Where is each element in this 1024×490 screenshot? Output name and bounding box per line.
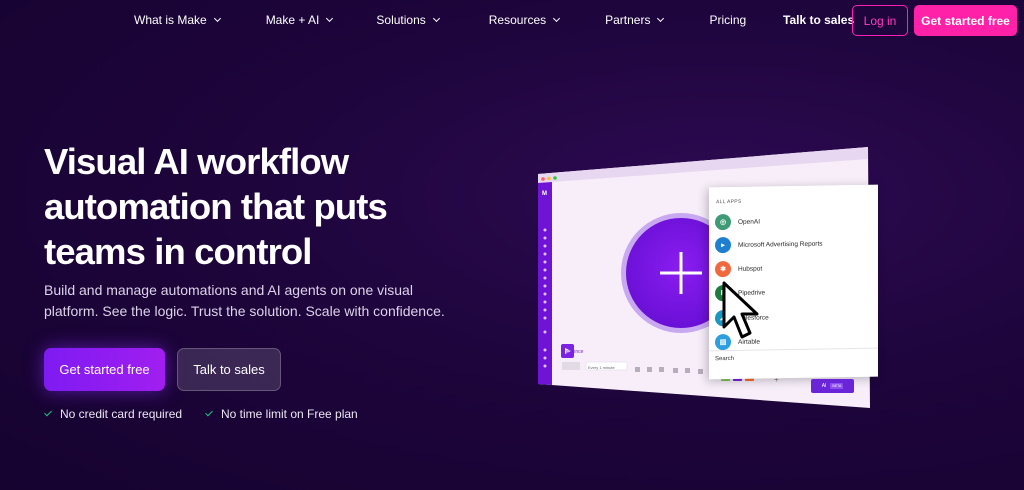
app-item[interactable]: ◎ OpenAI [715, 213, 761, 231]
check-label: No credit card required [60, 407, 183, 421]
ai-button[interactable]: AI BETA [811, 379, 854, 393]
apps-header: ALL APPS [716, 198, 742, 206]
product-mockup: M + ALL APPS ◎ OpenAI ▸ Microsoft Advert… [538, 146, 878, 408]
top-navigation: What is Make Make + AI Solutions Resources P… [0, 0, 1024, 42]
nav-item-label: Solutions [376, 13, 426, 27]
ai-button-label: AI [821, 383, 827, 389]
nav-item-pricing[interactable]: Pricing [709, 13, 746, 27]
nav-item-resources[interactable]: Resources [488, 13, 561, 27]
get-started-button[interactable]: Get started free [914, 5, 1017, 36]
nav-item-label: What is Make [134, 13, 207, 27]
chevron-down-icon [657, 14, 665, 23]
nav-item-label: Pricing [709, 13, 747, 27]
app-item-label: OpenAI [738, 218, 761, 226]
chevron-down-icon [553, 14, 561, 23]
hero-subtitle: Build and manage automations and AI agen… [44, 282, 445, 319]
nav-item-what-is-make[interactable]: What is Make [134, 13, 221, 27]
app-item-label: Hubspot [738, 264, 763, 273]
nav-links: What is Make Make + AI Solutions Resources P… [134, 13, 746, 27]
microsoft-ads-icon: ▸ [715, 236, 731, 254]
nav-item-partners[interactable]: Partners [605, 13, 665, 27]
app-item-label: Microsoft Advertising Reports [738, 240, 823, 249]
app-item[interactable]: ▸ Microsoft Advertising Reports [715, 236, 823, 254]
chevron-down-icon [326, 14, 334, 23]
nav-item-make-ai[interactable]: Make + AI [265, 13, 334, 27]
run-once-label[interactable]: Run once [562, 349, 583, 355]
check-no-time-limit: No time limit on Free plan [205, 407, 358, 421]
app-item[interactable]: ✱ Hubspot [715, 260, 763, 278]
check-no-credit-card: No credit card required [44, 407, 183, 421]
talk-to-sales-cta-button[interactable]: Talk to sales [177, 348, 281, 391]
check-icon [205, 408, 213, 417]
cursor-icon [722, 281, 759, 339]
hero-title: Visual AI workflow automation that puts … [44, 141, 388, 272]
apps-search[interactable]: Search [715, 356, 734, 362]
nav-item-label: Partners [605, 13, 651, 27]
nav-item-label: Resources [488, 13, 547, 27]
chevron-down-icon [432, 14, 440, 23]
check-icon [44, 408, 52, 417]
nav-item-label: Make + AI [265, 13, 320, 27]
chevron-down-icon [213, 14, 221, 23]
beta-badge: BETA [830, 383, 844, 389]
hubspot-icon: ✱ [715, 260, 731, 278]
get-started-cta-button[interactable]: Get started free [44, 348, 165, 391]
nav-item-solutions[interactable]: Solutions [376, 13, 440, 27]
talk-to-sales-link[interactable]: Talk to sales [783, 13, 854, 27]
schedule-label[interactable]: Every 1 minute [588, 365, 615, 370]
openai-icon: ◎ [715, 213, 731, 231]
check-label: No time limit on Free plan [221, 407, 358, 421]
svg-text:M: M [542, 191, 547, 197]
login-button[interactable]: Log in [852, 5, 908, 36]
